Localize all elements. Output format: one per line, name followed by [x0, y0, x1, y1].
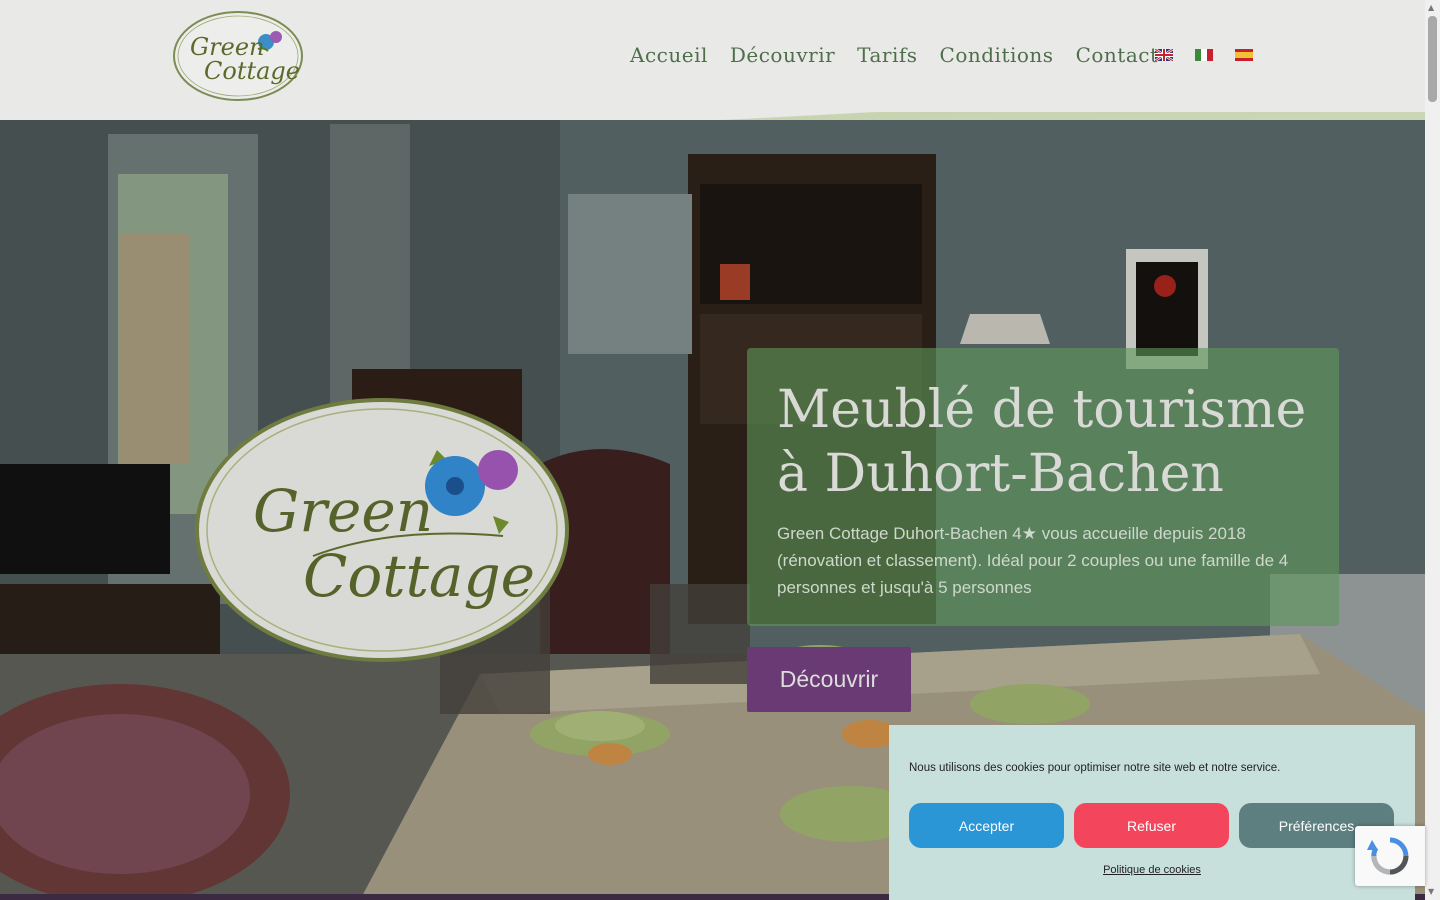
italian-flag-icon[interactable]	[1195, 49, 1213, 61]
recaptcha-badge[interactable]	[1355, 826, 1425, 886]
site-header: Green Cottage Accueil Découvrir Tarifs C…	[0, 0, 1425, 120]
nav-accueil[interactable]: Accueil	[630, 43, 708, 67]
cookie-policy-link[interactable]: Politique de cookies	[889, 864, 1415, 876]
spanish-flag-icon[interactable]	[1235, 49, 1253, 61]
page-scrollbar[interactable]: ▲ ▼	[1425, 0, 1440, 900]
hero-card: Meublé de tourisme à Duhort-Bachen Green…	[747, 348, 1339, 626]
scroll-down-arrow-icon[interactable]: ▼	[1428, 887, 1434, 897]
refuse-cookies-button[interactable]: Refuser	[1074, 803, 1229, 848]
hero-logo: Green Cottage	[195, 398, 569, 662]
cookie-banner: Nous utilisons des cookies pour optimise…	[889, 725, 1415, 900]
hero-title: Meublé de tourisme à Duhort-Bachen	[777, 380, 1307, 504]
decouvrir-button[interactable]: Découvrir	[747, 647, 911, 712]
scrollbar-thumb[interactable]	[1428, 16, 1437, 102]
site-logo[interactable]: Green Cottage	[172, 9, 304, 102]
nav-tarifs[interactable]: Tarifs	[857, 43, 917, 67]
cookie-actions: Accepter Refuser Préférences	[909, 803, 1394, 848]
nav-contact[interactable]: Contact	[1076, 43, 1159, 67]
nav-decouvrir[interactable]: Découvrir	[730, 43, 835, 67]
nav-conditions[interactable]: Conditions	[940, 43, 1054, 67]
hero-logo-text-cottage: Cottage	[303, 542, 535, 610]
recaptcha-icon	[1367, 837, 1409, 875]
cookie-message: Nous utilisons des cookies pour optimise…	[909, 762, 1281, 774]
logo-text-cottage: Cottage	[204, 57, 300, 85]
language-switcher	[1155, 49, 1253, 61]
scroll-up-arrow-icon[interactable]: ▲	[1428, 3, 1434, 13]
accept-cookies-button[interactable]: Accepter	[909, 803, 1064, 848]
english-flag-icon[interactable]	[1155, 49, 1173, 61]
main-nav: Accueil Découvrir Tarifs Conditions Cont…	[630, 43, 1159, 67]
hero-logo-text-green: Green	[253, 477, 433, 545]
hero-description: Green Cottage Duhort-Bachen 4★ vous accu…	[777, 524, 1289, 597]
